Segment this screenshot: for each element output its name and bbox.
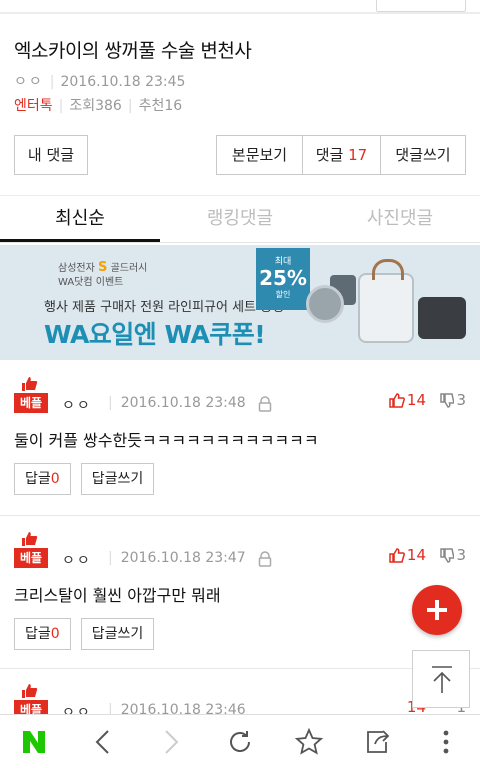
bookmark-star-icon bbox=[294, 727, 323, 755]
top-stub-button[interactable] bbox=[376, 0, 466, 12]
article-date: 2016.10.18 23:45 bbox=[60, 74, 186, 90]
comment-author[interactable]: ㅇㅇ bbox=[62, 395, 92, 415]
article-category[interactable]: 엔터톡 bbox=[14, 98, 53, 114]
ad-banner[interactable]: 삼성전자 S 골드러시 WA닷컴 이벤트 행사 제품 구매자 전원 라인피규어 … bbox=[0, 245, 480, 360]
thumbs-up-icon bbox=[389, 393, 405, 408]
my-comments-button[interactable]: 내 댓글 bbox=[14, 135, 88, 175]
comments-button[interactable]: 댓글 17 bbox=[302, 135, 380, 175]
comment-item: 베플 ㅇㅇ | 2016.10.18 23:47 14 3 크리스탈이 훨씬 아깝… bbox=[0, 532, 480, 650]
divider bbox=[0, 668, 480, 669]
like-button[interactable]: 14 bbox=[389, 546, 426, 564]
comment-date: | 2016.10.18 23:48 bbox=[108, 395, 246, 411]
refresh-icon bbox=[230, 730, 251, 752]
view-body-button[interactable]: 본문보기 bbox=[216, 135, 302, 175]
thumbs-up-icon bbox=[22, 532, 38, 546]
thumbs-down-icon bbox=[440, 393, 456, 408]
share-button[interactable] bbox=[343, 715, 412, 768]
tab-photo[interactable]: 사진댓글 bbox=[320, 196, 480, 242]
article-views: 조회386 bbox=[69, 98, 122, 114]
back-icon bbox=[95, 729, 109, 754]
ad-discount-badge: 최대 25% 할인 bbox=[256, 248, 310, 310]
write-comment-button[interactable]: 댓글쓰기 bbox=[380, 135, 466, 175]
forward-icon bbox=[165, 729, 179, 754]
ad-event: WA닷컴 이벤트 bbox=[58, 277, 124, 288]
ad-product-speaker bbox=[306, 285, 344, 323]
tab-latest[interactable]: 최신순 bbox=[0, 196, 160, 242]
ad-product-air-purifier bbox=[358, 259, 414, 343]
add-fab-button[interactable] bbox=[412, 585, 462, 635]
naver-icon bbox=[23, 730, 46, 753]
comment-sort-tabs: 최신순 랭킹댓글 사진댓글 bbox=[0, 195, 480, 243]
comment-item: 베플 ㅇㅇ | 2016.10.18 23:48 14 3 둘이 커플 쌍수한듯ㅋ… bbox=[0, 377, 480, 495]
tab-ranking[interactable]: 랭킹댓글 bbox=[160, 196, 320, 242]
thumbs-down-icon bbox=[440, 548, 456, 563]
comment-date: | 2016.10.18 23:47 bbox=[108, 550, 246, 566]
best-badge: 베플 bbox=[14, 532, 48, 568]
article-button-group: 본문보기 댓글 17 댓글쓰기 bbox=[216, 135, 466, 175]
scroll-to-top-button[interactable] bbox=[412, 650, 470, 708]
forward-button[interactable] bbox=[137, 715, 206, 768]
write-reply-button[interactable]: 답글쓰기 bbox=[80, 463, 155, 495]
share-icon bbox=[367, 729, 390, 753]
comment-author[interactable]: ㅇㅇ bbox=[62, 550, 92, 570]
article-author: ㅇㅇ bbox=[14, 74, 44, 90]
refresh-button[interactable] bbox=[206, 715, 275, 768]
best-badge: 베플 bbox=[14, 377, 48, 413]
more-button[interactable] bbox=[411, 715, 480, 768]
divider bbox=[0, 515, 480, 516]
naver-home-button[interactable] bbox=[0, 715, 69, 768]
report-icon[interactable] bbox=[258, 551, 272, 567]
article-recommends: 추천16 bbox=[138, 98, 183, 114]
article-header: 엑소카이의 쌍꺼풀 수술 변천사 ㅇㅇ | 2016.10.18 23:45 엔터톡… bbox=[0, 14, 480, 115]
write-reply-button[interactable]: 답글쓰기 bbox=[80, 618, 155, 650]
comments-count: 17 bbox=[348, 146, 368, 164]
like-button[interactable]: 14 bbox=[389, 391, 426, 409]
dislike-button[interactable]: 3 bbox=[440, 546, 466, 564]
comment-text: 둘이 커플 쌍수한듯ㅋㅋㅋㅋㅋㅋㅋㅋㅋㅋㅋㅋ bbox=[14, 431, 319, 450]
ad-line2: WA요일엔 WA쿠폰! bbox=[44, 320, 266, 349]
top-strip bbox=[0, 0, 480, 14]
thumbs-up-icon bbox=[389, 548, 405, 563]
thumbs-up-icon bbox=[22, 684, 38, 698]
report-icon[interactable] bbox=[258, 396, 272, 412]
browser-toolbar bbox=[0, 714, 480, 768]
dislike-button[interactable]: 3 bbox=[440, 391, 466, 409]
article-stats: 엔터톡 | 조회386 | 추천16 bbox=[14, 98, 183, 114]
article-meta: ㅇㅇ | 2016.10.18 23:45 bbox=[14, 74, 186, 90]
reply-button[interactable]: 답글0 bbox=[14, 618, 71, 650]
ad-product-charger bbox=[418, 297, 466, 339]
back-button[interactable] bbox=[69, 715, 138, 768]
more-icon bbox=[443, 730, 449, 753]
reply-button[interactable]: 답글0 bbox=[14, 463, 71, 495]
bookmark-button[interactable] bbox=[274, 715, 343, 768]
article-title: 엑소카이의 쌍꺼풀 수술 변천사 bbox=[14, 40, 252, 62]
arrow-up-icon bbox=[432, 666, 452, 693]
comment-text: 크리스탈이 훨씬 아깝구만 뭐래 bbox=[14, 586, 221, 605]
ad-line1: 행사 제품 구매자 전원 라인피규어 세트 증정 bbox=[44, 300, 285, 315]
thumbs-up-icon bbox=[22, 377, 38, 391]
comments-label: 댓글 bbox=[315, 146, 344, 164]
